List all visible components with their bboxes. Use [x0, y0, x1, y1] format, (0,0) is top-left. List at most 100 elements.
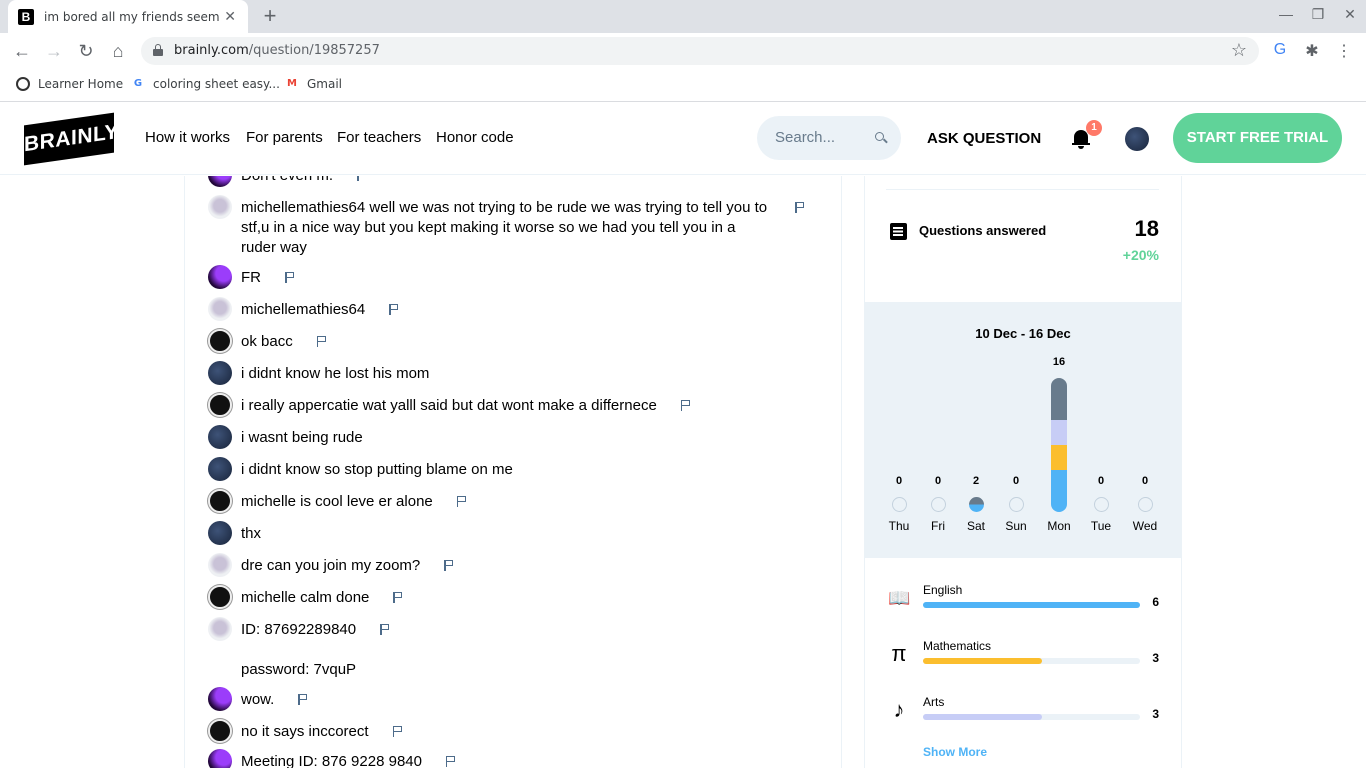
day-count: 0 [1012, 475, 1020, 487]
comment-avatar[interactable] [208, 393, 232, 417]
browser-menu-icon[interactable]: ⋮ [1334, 41, 1354, 61]
nav-honor-code[interactable]: Honor code [436, 129, 514, 146]
back-icon[interactable]: ← [10, 39, 34, 63]
comment-avatar[interactable] [208, 195, 232, 219]
report-flag-icon[interactable] [795, 202, 805, 213]
questions-answered-label: Questions answered [919, 223, 1047, 238]
day-count: 2 [972, 475, 980, 487]
nav-how-it-works[interactable]: How it works [145, 129, 230, 146]
comment-avatar[interactable] [208, 329, 232, 353]
bookmark-star-icon[interactable]: ☆ [1231, 40, 1247, 61]
bar-segment [1051, 420, 1067, 445]
ask-question-button[interactable]: ASK QUESTION [927, 130, 1041, 147]
comment-avatar[interactable] [208, 361, 232, 385]
comment-avatar[interactable] [208, 457, 232, 481]
comment-item: michelle calm done [208, 585, 403, 609]
report-flag-icon[interactable] [680, 400, 691, 411]
bookmark-coloring-sheet[interactable]: G coloring sheet easy... [131, 77, 280, 91]
comment-avatar[interactable] [208, 585, 232, 609]
subject-name: English [923, 583, 963, 597]
bookmark-gmail[interactable]: M Gmail [285, 77, 342, 91]
minimize-icon[interactable]: — [1276, 6, 1296, 22]
report-flag-icon[interactable] [444, 560, 454, 571]
comment-avatar [208, 657, 232, 681]
nav-for-parents[interactable]: For parents [246, 129, 323, 146]
comment-item: Don't even m. [208, 176, 367, 187]
search-input[interactable]: Search... [757, 116, 901, 160]
comment-avatar[interactable] [208, 719, 232, 743]
day-name: Sun [1005, 519, 1027, 533]
comment-text: password: 7vquP [241, 661, 357, 678]
day-indicator [1138, 497, 1153, 512]
report-flag-icon[interactable] [393, 592, 403, 603]
forward-icon[interactable]: → [42, 39, 66, 63]
subject-name: Mathematics [923, 639, 992, 653]
brainly-logo[interactable]: BRAINLY [24, 112, 119, 166]
report-flag-icon[interactable] [445, 756, 456, 767]
comment-avatar[interactable] [208, 176, 232, 187]
comment-item: ok bacc [208, 329, 327, 353]
site-header: BRAINLY How it works For parents For tea… [0, 103, 1366, 175]
day-bar [1051, 378, 1067, 512]
subject-count: 6 [1152, 595, 1159, 609]
bookmarks-bar: Learner Home G coloring sheet easy... M … [0, 69, 1366, 102]
comment-avatar[interactable] [208, 521, 232, 545]
user-avatar[interactable] [1125, 127, 1149, 151]
comment-avatar[interactable] [208, 749, 232, 768]
comment-item: michelle is cool leve er alone [208, 489, 467, 513]
reload-icon[interactable]: ↻ [74, 39, 98, 63]
main-content: Don't even m. michellemathies64 well we w… [0, 176, 1366, 768]
report-flag-icon[interactable] [357, 176, 367, 181]
comment-item: i didnt know so stop putting blame on me [208, 457, 513, 481]
comment-item: Meeting ID: 876 9228 9840 [208, 749, 456, 768]
comment-avatar[interactable] [208, 265, 232, 289]
report-flag-icon[interactable] [380, 624, 390, 635]
day-name: Sat [966, 519, 985, 533]
comment-item: no it says inccorect [208, 719, 403, 743]
start-free-trial-button[interactable]: START FREE TRIAL [1173, 113, 1342, 163]
weekly-activity-chart: 10 Dec - 16 Dec 0 Thu 0 Fri 2 Sat 0 Sun 16 Mon 0 Tu… [865, 302, 1181, 558]
subject-row[interactable]: ♪ Arts 3 [888, 695, 1168, 725]
google-icon: G [133, 78, 143, 89]
comment-avatar[interactable] [208, 553, 232, 577]
report-flag-icon[interactable] [316, 336, 327, 347]
report-flag-icon[interactable] [456, 496, 467, 507]
nav-for-teachers[interactable]: For teachers [337, 129, 421, 146]
search-icon[interactable] [875, 132, 888, 144]
subject-progress-fill [923, 602, 1140, 608]
restore-icon[interactable]: ❐ [1308, 6, 1328, 23]
browser-tab[interactable]: B im bored all my friends seem 2 b ✕ [8, 0, 248, 33]
day-count: 0 [1097, 475, 1105, 487]
book-icon: 📖 [888, 588, 911, 608]
close-window-icon[interactable]: ✕ [1340, 6, 1360, 23]
close-tab-icon[interactable]: ✕ [222, 8, 238, 25]
comment-item: i wasnt being rude [208, 425, 363, 449]
report-flag-icon[interactable] [298, 694, 308, 705]
subject-progress-track [923, 658, 1140, 664]
comment-avatar[interactable] [208, 687, 232, 711]
subject-row[interactable]: π Mathematics 3 [888, 639, 1168, 669]
comment-text: michellemathies64 [241, 301, 366, 318]
report-flag-icon[interactable] [285, 272, 295, 283]
report-flag-icon[interactable] [389, 304, 399, 315]
translate-extension-icon[interactable]: G [1270, 41, 1290, 59]
extensions-puzzle-icon[interactable]: ✱ [1302, 41, 1322, 61]
comment-avatar[interactable] [208, 425, 232, 449]
comment-avatar[interactable] [208, 297, 232, 321]
day-name: Tue [1090, 519, 1112, 533]
comment-avatar[interactable] [208, 489, 232, 513]
comment-text: ok bacc [241, 333, 293, 350]
subject-row[interactable]: 📖 English 6 [888, 583, 1168, 613]
new-tab-icon[interactable]: + [258, 5, 282, 29]
comment-avatar[interactable] [208, 617, 232, 641]
bookmark-learner-home[interactable]: Learner Home [16, 77, 123, 91]
brainly-favicon-icon: B [18, 8, 34, 25]
home-icon[interactable]: ⌂ [106, 39, 130, 63]
address-bar[interactable]: brainly.com/question/19857257 ☆ [141, 37, 1259, 65]
comment-item: FR [208, 265, 295, 289]
comment-item: thx [208, 521, 261, 545]
comment-text: i really appercatie wat yalll said but d… [241, 397, 657, 414]
day-column: 2 Sat [958, 302, 994, 558]
report-flag-icon[interactable] [392, 726, 403, 737]
show-more-link[interactable]: Show More [923, 745, 987, 759]
